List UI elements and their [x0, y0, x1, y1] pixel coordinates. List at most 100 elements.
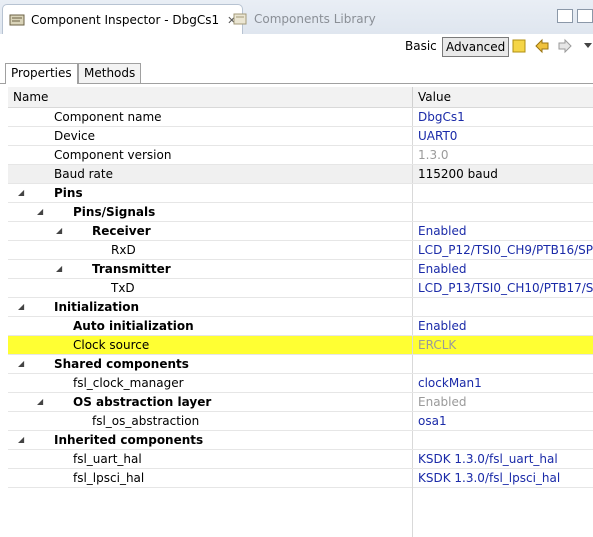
forward-arrow-icon[interactable] — [557, 38, 573, 54]
column-divider — [412, 165, 413, 183]
property-name: fsl_os_abstraction — [92, 414, 200, 428]
basic-mode-button[interactable]: Basic — [405, 39, 437, 53]
property-name: Transmitter — [92, 262, 171, 276]
property-name: Component version — [54, 148, 172, 162]
property-value[interactable]: ERCLK — [418, 338, 456, 352]
expand-toggle-icon[interactable]: ◢ — [18, 302, 24, 311]
table-row[interactable]: ◢ Receiver Enabled — [8, 222, 593, 241]
component-inspector-icon — [9, 12, 25, 28]
property-name: RxD — [111, 243, 136, 257]
property-name: Pins — [54, 186, 83, 200]
property-value[interactable]: 115200 baud — [418, 167, 498, 181]
column-divider — [412, 412, 413, 430]
tab-methods[interactable]: Methods — [78, 63, 142, 83]
table-row[interactable]: Component version 1.3.0 — [8, 146, 593, 165]
column-divider — [412, 146, 413, 164]
maximize-button[interactable] — [577, 9, 593, 23]
property-value[interactable]: LCD_P12/TSI0_CH9/PTB16/SPI1_M — [418, 243, 593, 257]
column-divider — [412, 355, 413, 373]
table-row[interactable]: ◢ Initialization — [8, 298, 593, 317]
property-name: Auto initialization — [73, 319, 194, 333]
table-row[interactable]: fsl_clock_manager clockMan1 — [8, 374, 593, 393]
column-divider — [412, 317, 413, 335]
column-divider — [412, 127, 413, 145]
column-divider — [412, 279, 413, 297]
property-name: Receiver — [92, 224, 151, 238]
note-icon[interactable] — [511, 38, 527, 54]
table-row[interactable]: TxD LCD_P13/TSI0_CH10/PTB17/SPI1_ — [8, 279, 593, 298]
expand-toggle-icon[interactable]: ◢ — [37, 207, 43, 216]
tab-properties[interactable]: Properties — [5, 63, 78, 84]
column-divider — [412, 298, 413, 316]
inspector-tabs: Properties Methods — [0, 60, 593, 84]
table-body: Component name DbgCs1 Device UART0 Component… — [8, 108, 593, 488]
table-row[interactable]: Auto initialization Enabled — [8, 317, 593, 336]
property-value[interactable]: Enabled — [418, 224, 467, 238]
advanced-mode-button[interactable]: Advanced — [442, 37, 510, 57]
expand-toggle-icon[interactable]: ◢ — [56, 264, 62, 273]
column-divider — [412, 241, 413, 259]
property-name: Component name — [54, 110, 162, 124]
components-library-icon — [232, 11, 248, 27]
tab-component-inspector[interactable]: Component Inspector - DbgCs1 ✕ — [2, 4, 244, 35]
property-name: Initialization — [54, 300, 140, 314]
expand-toggle-icon[interactable]: ◢ — [37, 397, 43, 406]
expand-toggle-icon[interactable]: ◢ — [18, 359, 24, 368]
column-divider — [412, 431, 413, 449]
table-row[interactable]: Clock source ERCLK — [8, 336, 593, 355]
expand-toggle-icon[interactable]: ◢ — [18, 435, 24, 444]
property-name: Pins/Signals — [73, 205, 156, 219]
property-value[interactable]: Enabled — [418, 319, 467, 333]
property-name: TxD — [111, 281, 135, 295]
table-row[interactable]: Device UART0 — [8, 127, 593, 146]
table-row[interactable]: Component name DbgCs1 — [8, 108, 593, 127]
tab-label: Component Inspector - DbgCs1 — [31, 13, 220, 27]
table-row[interactable]: fsl_os_abstraction osa1 — [8, 412, 593, 431]
view-tab-bar: Component Inspector - DbgCs1 ✕ Component… — [0, 0, 593, 35]
column-header-value[interactable]: Value — [418, 90, 451, 104]
window-controls — [553, 9, 593, 23]
property-value[interactable]: LCD_P13/TSI0_CH10/PTB17/SPI1_ — [418, 281, 593, 295]
column-divider — [412, 184, 413, 202]
property-value[interactable]: osa1 — [418, 414, 447, 428]
property-name: Shared components — [54, 357, 189, 371]
column-divider — [412, 336, 413, 354]
column-divider[interactable] — [412, 87, 413, 107]
property-value[interactable]: clockMan1 — [418, 376, 482, 390]
property-name: Baud rate — [54, 167, 113, 181]
properties-table: Name Value Component name DbgCs1 Device UAR… — [8, 87, 593, 488]
tab-label: Components Library — [254, 12, 376, 26]
minimize-button[interactable] — [557, 9, 573, 23]
property-value[interactable]: Enabled — [418, 262, 467, 276]
column-divider — [412, 222, 413, 240]
table-row[interactable]: ◢ Pins — [8, 184, 593, 203]
property-value[interactable]: Enabled — [418, 395, 467, 409]
view-menu-icon[interactable] — [582, 38, 593, 54]
property-value[interactable]: UART0 — [418, 129, 457, 143]
expand-toggle-icon[interactable]: ◢ — [18, 188, 24, 197]
column-divider — [412, 260, 413, 278]
table-row[interactable]: fsl_uart_hal KSDK 1.3.0/fsl_uart_hal — [8, 450, 593, 469]
column-divider — [412, 470, 413, 537]
table-empty-area — [8, 470, 593, 537]
table-row[interactable]: ◢ OS abstraction layer Enabled — [8, 393, 593, 412]
table-header: Name Value — [8, 87, 593, 108]
table-row[interactable]: ◢ Inherited components — [8, 431, 593, 450]
property-name: Inherited components — [54, 433, 204, 447]
table-row[interactable]: ◢ Transmitter Enabled — [8, 260, 593, 279]
column-header-name[interactable]: Name — [13, 90, 48, 104]
property-value[interactable]: 1.3.0 — [418, 148, 449, 162]
table-row[interactable]: RxD LCD_P12/TSI0_CH9/PTB16/SPI1_M — [8, 241, 593, 260]
property-value[interactable]: KSDK 1.3.0/fsl_uart_hal — [418, 452, 558, 466]
table-row[interactable]: Baud rate 115200 baud — [8, 165, 593, 184]
table-row[interactable]: ◢ Shared components — [8, 355, 593, 374]
property-name: OS abstraction layer — [73, 395, 212, 409]
property-name: fsl_clock_manager — [73, 376, 184, 390]
property-value[interactable]: DbgCs1 — [418, 110, 465, 124]
expand-toggle-icon[interactable]: ◢ — [56, 226, 62, 235]
column-divider — [412, 203, 413, 221]
table-row[interactable]: ◢ Pins/Signals — [8, 203, 593, 222]
back-arrow-icon[interactable] — [534, 38, 550, 54]
property-name: Clock source — [73, 338, 150, 352]
tab-components-library[interactable]: Components Library — [226, 6, 382, 32]
